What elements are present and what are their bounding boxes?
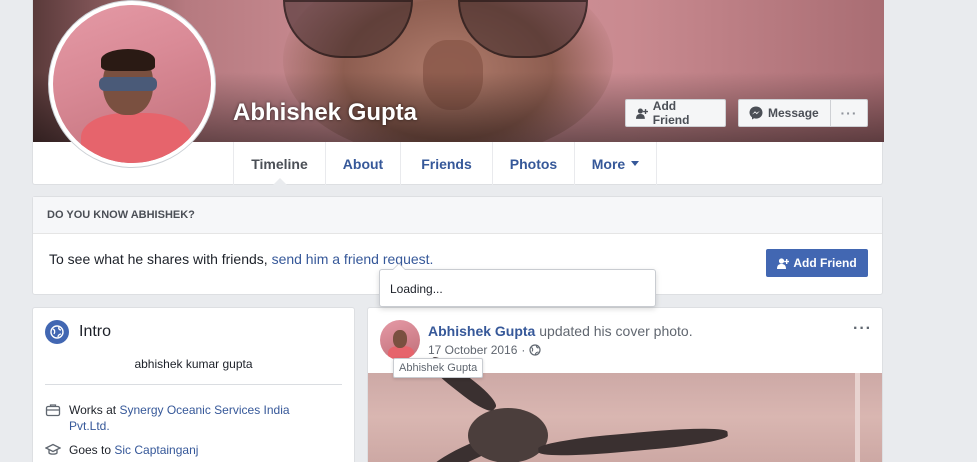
do-you-know-text: To see what he shares with friends, send… (49, 251, 433, 267)
public-globe-icon[interactable] (529, 344, 542, 356)
tab-friends-label: Friends (421, 155, 472, 172)
post-card: Abhishek Gupta updated his cover photo. … (367, 307, 883, 462)
post-date-link[interactable]: 17 October 2016 (428, 343, 517, 357)
globe-icon-glyph (50, 325, 64, 339)
header-more-button[interactable]: ··· (830, 99, 868, 127)
tab-photos-label: Photos (509, 155, 558, 172)
more-dots-icon: ··· (840, 105, 858, 121)
school-link[interactable]: Sic Captainganj (114, 443, 198, 457)
post-meta: 17 October 2016 · (428, 343, 542, 357)
avatar-shirt-shape (81, 113, 191, 163)
post-options-button[interactable]: ··· (853, 320, 872, 338)
do-you-know-text-prefix: To see what he shares with friends, (49, 251, 272, 267)
message-label: Message (768, 106, 819, 120)
do-you-know-heading: DO YOU KNOW ABHISHEK? (33, 197, 882, 234)
graduation-cap-icon (45, 443, 61, 455)
tab-timeline[interactable]: Timeline (233, 142, 325, 186)
intro-work-row: Works at Synergy Oceanic Services India … (45, 402, 305, 434)
tab-more[interactable]: More (574, 142, 657, 185)
tab-about-label: About (342, 155, 384, 172)
profile-picture[interactable] (48, 0, 216, 168)
messenger-icon (749, 106, 763, 120)
message-button[interactable]: Message (738, 99, 831, 127)
tab-photos[interactable]: Photos (492, 142, 574, 185)
photo-edge-highlight (855, 373, 860, 462)
post-author-link[interactable]: Abhishek Gupta (428, 323, 535, 339)
post-action-text: updated his cover photo. (535, 323, 693, 339)
caret-down-icon (631, 161, 640, 166)
briefcase-icon (45, 404, 61, 417)
add-friend-label: Add Friend (652, 99, 690, 127)
intro-card: Intro abhishek kumar gupta Works at Syne… (32, 307, 355, 462)
tab-timeline-label: Timeline (251, 155, 308, 172)
intro-work-text: Works at Synergy Oceanic Services India … (69, 402, 305, 434)
post-header-line: Abhishek Gupta updated his cover photo. (428, 323, 693, 339)
avatar-sunglasses-shape (99, 77, 157, 91)
fan-hub-shape (468, 408, 548, 462)
intro-education-prefix: Goes to (69, 443, 115, 457)
meta-separator: · (521, 343, 526, 357)
intro-divider (45, 384, 342, 385)
add-friend-button-secondary[interactable]: Add Friend (766, 249, 868, 277)
intro-education-row: Goes to Sic Captainganj (45, 442, 198, 458)
add-friend-icon (636, 107, 648, 119)
loading-text: Loading... (390, 282, 443, 296)
profile-picture-image (53, 5, 211, 163)
author-name-tooltip: Abhishek Gupta (393, 358, 484, 378)
avatar-hair-shape (101, 49, 155, 71)
tab-friends[interactable]: Friends (400, 142, 492, 185)
tab-about[interactable]: About (325, 142, 400, 185)
post-author-avatar[interactable] (380, 320, 420, 360)
post-cover-photo[interactable] (368, 352, 882, 462)
add-friend-secondary-label: Add Friend (793, 256, 857, 270)
hovercard-loading-popup: Loading... (379, 263, 656, 307)
add-friend-button[interactable]: Add Friend (625, 99, 726, 127)
intro-title: Intro (79, 323, 112, 340)
post-avatar-head (393, 330, 407, 348)
intro-bio: abhishek kumar gupta (134, 357, 253, 371)
intro-education-text: Goes to Sic Captainganj (69, 442, 198, 458)
globe-icon (45, 320, 69, 344)
tab-more-label: More (591, 155, 626, 172)
friend-request-link[interactable]: send him a friend request. (272, 251, 434, 267)
intro-work-prefix: Works at (69, 403, 120, 417)
profile-tabs: Timeline About Friends Photos More (233, 142, 657, 186)
profile-name[interactable]: Abhishek Gupta (233, 99, 417, 127)
fan-blade-shape (537, 424, 729, 460)
add-friend-icon (777, 257, 790, 269)
